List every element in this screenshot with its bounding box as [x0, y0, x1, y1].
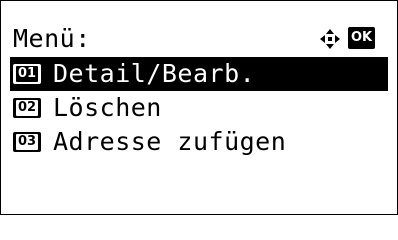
item-number: 01	[15, 66, 39, 82]
menu-item-detail-edit[interactable]: 01 Detail/Bearb.	[10, 57, 388, 91]
menu-item-label: Adresse zufügen	[53, 127, 287, 156]
four-way-arrow-icon	[320, 29, 340, 49]
item-number-badge: 02	[13, 98, 41, 118]
menu-item-label: Löschen	[53, 93, 162, 122]
item-number-badge: 03	[13, 132, 41, 152]
menu-item-label: Detail/Bearb.	[53, 59, 256, 88]
menu-header: Menü: OK	[1, 21, 397, 57]
menu-item-delete[interactable]: 02 Löschen	[10, 91, 388, 125]
item-number-badge: 01	[13, 64, 41, 84]
lcd-panel: Menü: OK 01 Detail/Bearb. 02 Löschen 03 …	[0, 0, 398, 215]
item-number: 03	[15, 134, 39, 150]
item-number: 02	[15, 100, 39, 116]
menu-title: Menü:	[13, 24, 91, 53]
ok-key-icon: OK	[348, 27, 375, 49]
menu-item-add-address[interactable]: 03 Adresse zufügen	[10, 125, 388, 159]
